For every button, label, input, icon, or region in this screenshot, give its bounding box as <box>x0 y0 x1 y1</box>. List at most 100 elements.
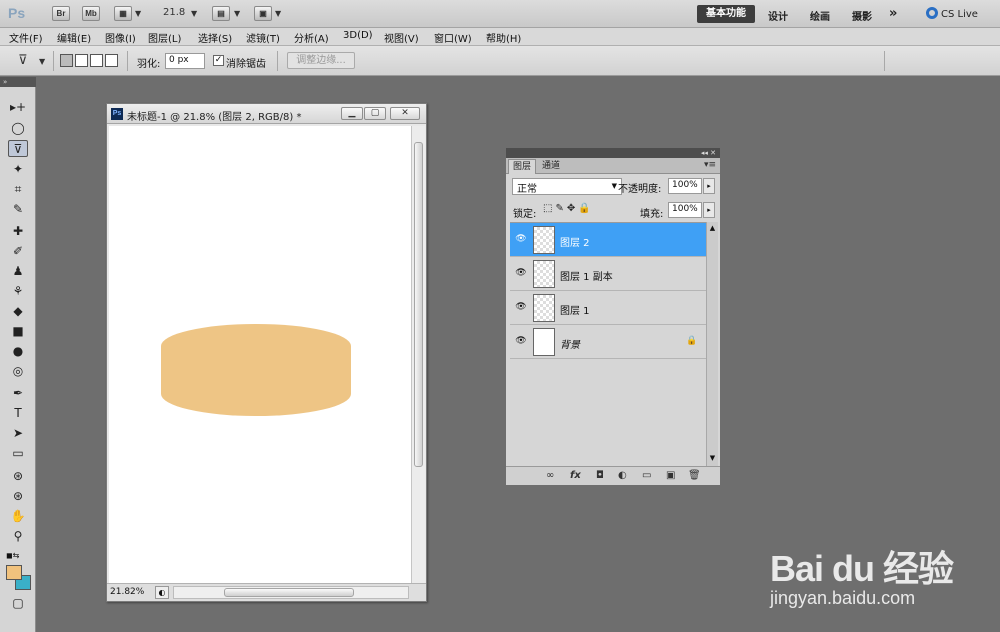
polygonal-lasso-icon[interactable]: ⊽ <box>18 53 34 69</box>
workspace-painting[interactable]: 绘画 <box>810 8 830 23</box>
eye-icon[interactable]: 👁 <box>514 336 528 348</box>
layer-row[interactable]: 👁 图层 1 副本 <box>510 257 706 291</box>
quick-mask-icon[interactable]: ▢ <box>8 595 28 612</box>
tab-layers[interactable]: 图层 <box>508 159 537 174</box>
horizontal-scroll-thumb[interactable] <box>224 588 354 597</box>
clone-stamp-tool-icon[interactable]: ♟ <box>8 263 28 280</box>
chevron-down-icon[interactable]: ▼ <box>191 9 197 18</box>
lock-options[interactable]: ⬚✎✥🔒 <box>543 203 594 214</box>
zoom-tool-icon[interactable]: ⚲ <box>8 528 28 545</box>
shape-tool-icon[interactable]: ▭ <box>8 445 28 462</box>
layer-row[interactable]: 👁 图层 1 <box>510 291 706 325</box>
menu-window[interactable]: 窗口(W) <box>434 30 472 45</box>
move-tool-icon[interactable]: ▸+ <box>8 99 28 116</box>
canvas[interactable] <box>109 126 411 583</box>
chevron-down-icon[interactable]: ▼ <box>39 57 45 66</box>
menu-layer[interactable]: 图层(L) <box>148 30 181 45</box>
panel-menu-icon[interactable]: ▾≡ <box>704 160 716 170</box>
fill-input[interactable]: 100% <box>668 202 702 218</box>
cs-live-button[interactable]: CS Live <box>926 7 978 20</box>
blur-tool-icon[interactable]: ● <box>8 343 28 360</box>
scroll-up-icon[interactable]: ▲ <box>708 224 717 232</box>
new-selection-button[interactable] <box>60 54 73 67</box>
brush-tool-icon[interactable]: ✐ <box>8 243 28 260</box>
link-layers-icon[interactable]: ∞ <box>546 470 554 481</box>
eyedropper-tool-icon[interactable]: ✎ <box>8 201 28 218</box>
menu-view[interactable]: 视图(V) <box>384 30 419 45</box>
opacity-input[interactable]: 100% <box>668 178 702 194</box>
menu-select[interactable]: 选择(S) <box>198 30 232 45</box>
scroll-down-icon[interactable]: ▼ <box>708 454 717 462</box>
3d-orbit-tool-icon[interactable]: ⊛ <box>8 488 28 505</box>
layer-row[interactable]: 👁 背景 🔒 <box>510 325 706 359</box>
refine-edge-button[interactable]: 调整边缘... <box>287 52 355 69</box>
magic-wand-tool-icon[interactable]: ✦ <box>8 161 28 178</box>
more-workspaces-button[interactable]: » <box>889 6 897 21</box>
layer-list-scrollbar[interactable]: ▲ ▼ <box>706 222 718 466</box>
antialias-checkbox[interactable]: ✓ <box>213 55 224 66</box>
menu-file[interactable]: 文件(F) <box>9 30 43 45</box>
new-layer-icon[interactable]: ▣ <box>666 470 675 481</box>
vertical-scroll-thumb[interactable] <box>414 142 423 467</box>
panel-collapse-close[interactable]: ◂◂ ✕ <box>506 148 720 158</box>
menu-edit[interactable]: 编辑(E) <box>57 30 91 45</box>
menu-image[interactable]: 图像(I) <box>105 30 136 45</box>
document-title-bar[interactable]: Ps 未标题-1 @ 21.8% (图层 2, RGB/8) * ▁ ▢ ✕ <box>107 104 426 124</box>
eraser-tool-icon[interactable]: ◆ <box>8 303 28 320</box>
close-button[interactable]: ✕ <box>390 107 420 120</box>
tab-channels[interactable]: 通道 <box>538 159 564 174</box>
eye-icon[interactable]: 👁 <box>514 302 528 314</box>
horizontal-scrollbar[interactable] <box>173 586 409 599</box>
opacity-slider-button[interactable]: ▸ <box>703 178 715 194</box>
menu-help[interactable]: 帮助(H) <box>486 30 521 45</box>
vertical-scrollbar[interactable] <box>411 126 425 583</box>
layer-style-icon[interactable]: fx <box>570 470 581 481</box>
maximize-button[interactable]: ▢ <box>364 107 386 120</box>
view-extras-button[interactable]: ▦ <box>114 6 132 21</box>
workspace-essentials[interactable]: 基本功能 <box>697 5 755 23</box>
pen-tool-icon[interactable]: ✒ <box>8 385 28 402</box>
history-brush-tool-icon[interactable]: ⚘ <box>8 283 28 300</box>
layer-row[interactable]: 👁 图层 2 <box>510 223 706 257</box>
menu-analysis[interactable]: 分析(A) <box>294 30 329 45</box>
healing-brush-tool-icon[interactable]: ✚ <box>8 223 28 240</box>
foreground-color-swatch[interactable] <box>6 565 22 580</box>
feather-input[interactable]: 0 px <box>165 53 205 69</box>
tools-collapse-button[interactable]: » <box>0 77 36 87</box>
marquee-tool-icon[interactable]: ◯ <box>8 120 28 137</box>
minimize-button[interactable]: ▁ <box>341 107 363 120</box>
chevron-down-icon[interactable]: ▼ <box>275 9 281 18</box>
eye-icon[interactable]: 👁 <box>514 234 528 246</box>
zoom-percentage-field[interactable]: 21.82% <box>110 587 144 597</box>
launch-bridge-button[interactable]: Br <box>52 6 70 21</box>
zoom-level-field[interactable]: 21.8 <box>163 7 185 18</box>
workspace-design[interactable]: 设计 <box>768 8 788 23</box>
workspace-photography[interactable]: 摄影 <box>852 8 872 23</box>
crop-tool-icon[interactable]: ⌗ <box>8 181 28 198</box>
menu-3d[interactable]: 3D(D) <box>343 30 373 41</box>
adjustment-layer-icon[interactable]: ◐ <box>618 470 627 481</box>
new-group-icon[interactable]: ▭ <box>642 470 651 481</box>
add-mask-icon[interactable]: ◘ <box>596 470 604 481</box>
dodge-tool-icon[interactable]: ◎ <box>8 363 28 380</box>
3d-rotate-tool-icon[interactable]: ⊛ <box>8 468 28 485</box>
launch-mini-bridge-button[interactable]: Mb <box>82 6 100 21</box>
status-menu-icon[interactable]: ◐ <box>155 586 169 599</box>
path-selection-tool-icon[interactable]: ➤ <box>8 425 28 442</box>
hand-tool-icon[interactable]: ✋ <box>8 508 28 525</box>
chevron-down-icon[interactable]: ▼ <box>234 9 240 18</box>
type-tool-icon[interactable]: T <box>8 405 28 422</box>
eye-icon[interactable]: 👁 <box>514 268 528 280</box>
subtract-from-selection-button[interactable] <box>90 54 103 67</box>
chevron-down-icon[interactable]: ▼ <box>135 9 141 18</box>
arrange-documents-button[interactable]: ▤ <box>212 6 230 21</box>
default-colors-icon[interactable]: ◼⇆ <box>6 551 19 560</box>
blend-mode-select[interactable]: 正常 ▼ <box>512 178 622 195</box>
lasso-tool-icon[interactable]: ⊽ <box>8 140 28 157</box>
add-to-selection-button[interactable] <box>75 54 88 67</box>
gradient-tool-icon[interactable]: ■ <box>8 323 28 340</box>
menu-filter[interactable]: 滤镜(T) <box>246 30 280 45</box>
screen-mode-button[interactable]: ▣ <box>254 6 272 21</box>
delete-layer-icon[interactable]: 🗑 <box>688 470 701 481</box>
intersect-selection-button[interactable] <box>105 54 118 67</box>
